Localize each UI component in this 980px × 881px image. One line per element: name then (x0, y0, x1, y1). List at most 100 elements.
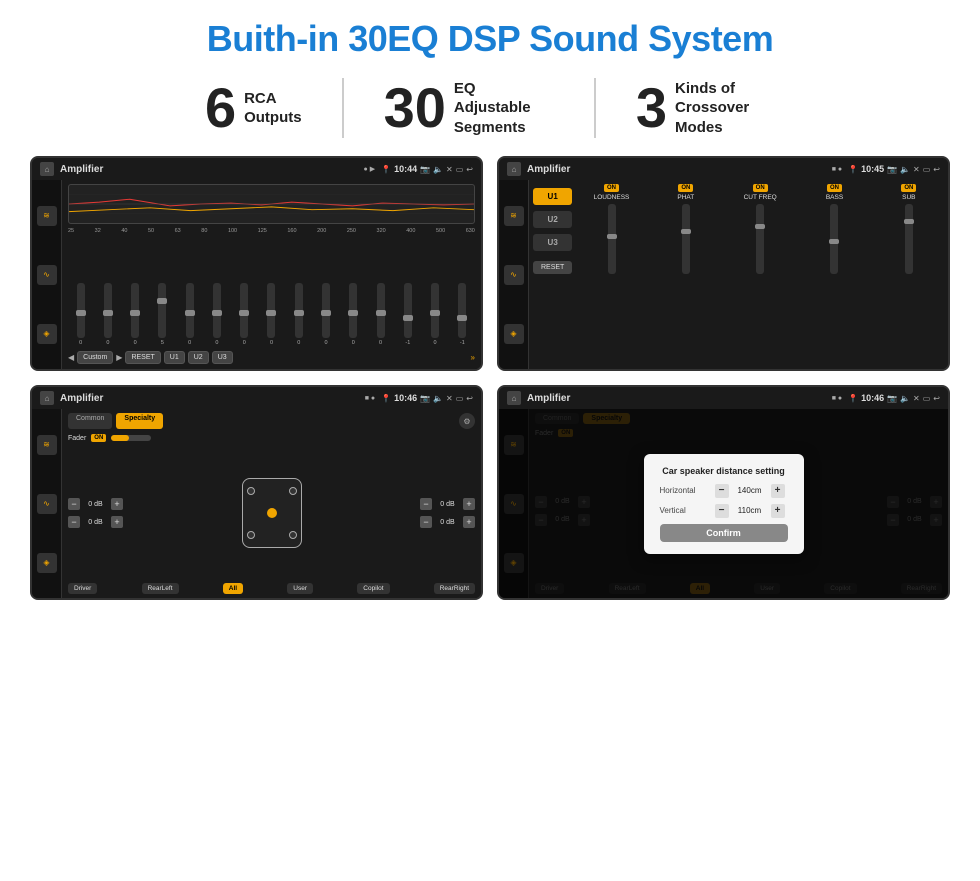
reset-btn-2[interactable]: RESET (533, 261, 572, 274)
db-plus-bl[interactable]: + (111, 516, 123, 528)
eq-filter-icon-3[interactable]: ≋ (37, 435, 57, 455)
confirm-button[interactable]: Confirm (660, 524, 788, 542)
slider-thumb-7[interactable] (239, 310, 249, 316)
home-icon[interactable]: ⌂ (40, 162, 54, 176)
loudness-thumb[interactable] (607, 234, 617, 239)
prev-arrow[interactable]: ◀ (68, 353, 74, 362)
slider-thumb-6[interactable] (212, 310, 222, 316)
custom-btn[interactable]: Custom (77, 351, 113, 364)
phat-thumb[interactable] (681, 229, 691, 234)
specialty-tab[interactable]: Specialty (116, 413, 163, 429)
db-minus-bl[interactable]: − (68, 516, 80, 528)
speaker-icon-left-3[interactable]: ◈ (37, 553, 57, 573)
u1-btn[interactable]: U1 (164, 351, 185, 364)
reset-btn-1[interactable]: RESET (125, 351, 160, 364)
sub-thumb[interactable] (904, 219, 914, 224)
copilot-btn[interactable]: Copilot (357, 583, 389, 594)
slider-5: 0 (177, 283, 202, 346)
slider-track-6[interactable] (213, 283, 221, 338)
slider-track-4[interactable] (158, 283, 166, 338)
slider-7: 0 (232, 283, 257, 346)
camera-icon-1: 📷 (420, 165, 430, 174)
u2-btn[interactable]: U2 (188, 351, 209, 364)
all-btn[interactable]: All (223, 583, 243, 594)
u2-button[interactable]: U2 (533, 211, 572, 228)
freq-80: 80 (201, 228, 207, 234)
cutfreq-slider[interactable] (756, 204, 764, 274)
slider-thumb-10[interactable] (321, 310, 331, 316)
expand-icon[interactable]: » (471, 353, 475, 362)
slider-track-1[interactable] (77, 283, 85, 338)
wave-icon-3[interactable]: ∿ (37, 494, 57, 514)
db-plus-tl[interactable]: + (111, 498, 123, 510)
rearright-btn[interactable]: RearRight (434, 583, 475, 594)
slider-track-10[interactable] (322, 283, 330, 338)
fader-label: Fader (68, 435, 86, 442)
vertical-value: 110cm (734, 506, 766, 515)
slider-track-7[interactable] (240, 283, 248, 338)
cutfreq-thumb[interactable] (755, 224, 765, 229)
slider-track-13[interactable] (404, 283, 412, 338)
home-icon-4[interactable]: ⌂ (507, 391, 521, 405)
slider-track-14[interactable] (431, 283, 439, 338)
driver-btn[interactable]: Driver (68, 583, 97, 594)
wave-icon-2[interactable]: ∿ (504, 265, 524, 285)
horizontal-minus[interactable]: − (715, 484, 729, 498)
eq-filter-icon-2[interactable]: ≋ (504, 206, 524, 226)
slider-thumb-5[interactable] (185, 310, 195, 316)
slider-thumb-8[interactable] (266, 310, 276, 316)
db-minus-br[interactable]: − (420, 516, 432, 528)
user-btn[interactable]: User (287, 583, 313, 594)
slider-thumb-1[interactable] (76, 310, 86, 316)
home-icon-2[interactable]: ⌂ (507, 162, 521, 176)
rect-icon-3: ▭ (456, 394, 464, 403)
slider-thumb-3[interactable] (130, 310, 140, 316)
status-bar-3: ⌂ Amplifier ■ ● 📍 10:46 📷 🔈 ✕ ▭ ↩ (32, 387, 481, 409)
wave-icon[interactable]: ∿ (37, 265, 57, 285)
slider-track-11[interactable] (349, 283, 357, 338)
fader-slider[interactable] (111, 435, 151, 441)
slider-thumb-15[interactable] (457, 315, 467, 321)
slider-track-3[interactable] (131, 283, 139, 338)
settings-icon[interactable]: ⚙ (459, 413, 475, 429)
slider-thumb-12[interactable] (376, 310, 386, 316)
speaker-icon-left-2[interactable]: ◈ (504, 324, 524, 344)
loudness-slider[interactable] (608, 204, 616, 274)
horizontal-plus[interactable]: + (771, 484, 785, 498)
bass-thumb[interactable] (829, 239, 839, 244)
db-plus-br[interactable]: + (463, 516, 475, 528)
slider-track-12[interactable] (377, 283, 385, 338)
slider-thumb-9[interactable] (294, 310, 304, 316)
sub-slider[interactable] (905, 204, 913, 274)
db-minus-tl[interactable]: − (68, 498, 80, 510)
slider-track-5[interactable] (186, 283, 194, 338)
slider-track-2[interactable] (104, 283, 112, 338)
u3-btn[interactable]: U3 (212, 351, 233, 364)
common-tab[interactable]: Common (68, 413, 112, 429)
db-plus-tr[interactable]: + (463, 498, 475, 510)
slider-thumb-11[interactable] (348, 310, 358, 316)
camera-icon-2: 📷 (887, 165, 897, 174)
speaker-icon-left[interactable]: ◈ (37, 324, 57, 344)
slider-track-9[interactable] (295, 283, 303, 338)
slider-thumb-13[interactable] (403, 315, 413, 321)
rearleft-btn[interactable]: RearLeft (142, 583, 179, 594)
slider-thumb-4[interactable] (157, 298, 167, 304)
slider-track-15[interactable] (458, 283, 466, 338)
slider-thumb-2[interactable] (103, 310, 113, 316)
eq-filter-icon[interactable]: ≋ (37, 206, 57, 226)
phat-slider[interactable] (682, 204, 690, 274)
db-minus-tr[interactable]: − (420, 498, 432, 510)
vertical-plus[interactable]: + (771, 504, 785, 518)
u1-button[interactable]: U1 (533, 188, 572, 205)
stat-crossover: 3 Kinds ofCrossover Modes (596, 79, 815, 138)
next-arrow[interactable]: ▶ (116, 353, 122, 362)
slider-thumb-14[interactable] (430, 310, 440, 316)
vertical-minus[interactable]: − (715, 504, 729, 518)
slider-track-8[interactable] (267, 283, 275, 338)
bass-slider[interactable] (830, 204, 838, 274)
u3-button[interactable]: U3 (533, 234, 572, 251)
home-icon-3[interactable]: ⌂ (40, 391, 54, 405)
cutfreq-col: ON CUT FREQ (725, 184, 795, 365)
db-val-tl: 0 dB (83, 501, 108, 508)
